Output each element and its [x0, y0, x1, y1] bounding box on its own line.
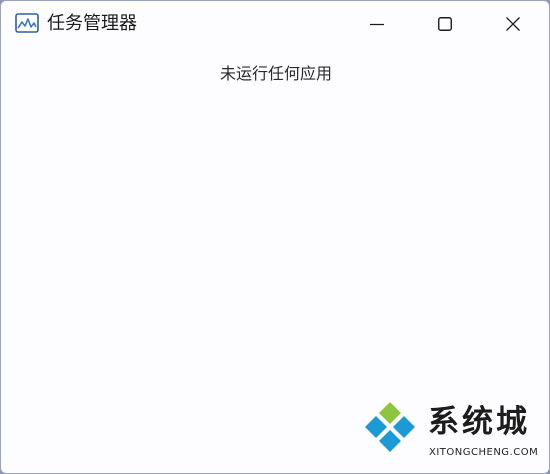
minimize-icon — [370, 17, 384, 31]
window-title: 任务管理器 — [47, 13, 137, 34]
maximize-button[interactable] — [411, 1, 479, 47]
empty-state-message: 未运行任何应用 — [219, 64, 332, 83]
maximize-icon — [438, 17, 452, 31]
watermark-text-cn: 系统城 — [428, 404, 530, 440]
watermark-text-en: XITONGCHENG.COM — [429, 447, 539, 458]
task-manager-icon — [15, 13, 39, 33]
minimize-button[interactable] — [343, 1, 411, 47]
title-bar[interactable]: 任务管理器 — [1, 1, 549, 47]
watermark-logo-icon — [357, 400, 423, 454]
close-button[interactable] — [479, 1, 547, 47]
watermark: 系统城 XITONGCHENG.COM — [355, 398, 550, 474]
close-icon — [506, 17, 520, 31]
